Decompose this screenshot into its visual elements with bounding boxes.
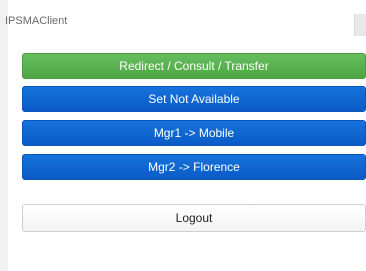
logout-button[interactable]: Logout xyxy=(22,204,366,232)
top-right-control xyxy=(354,14,366,36)
set-not-available-button[interactable]: Set Not Available xyxy=(22,86,366,112)
mgr2-florence-button[interactable]: Mgr2 -> Florence xyxy=(22,154,366,180)
mgr1-mobile-button[interactable]: Mgr1 -> Mobile xyxy=(22,120,366,146)
left-edge xyxy=(0,0,8,271)
redirect-consult-transfer-button[interactable]: Redirect / Consult / Transfer xyxy=(22,53,366,79)
app-title: IPSMAClient xyxy=(5,15,68,27)
